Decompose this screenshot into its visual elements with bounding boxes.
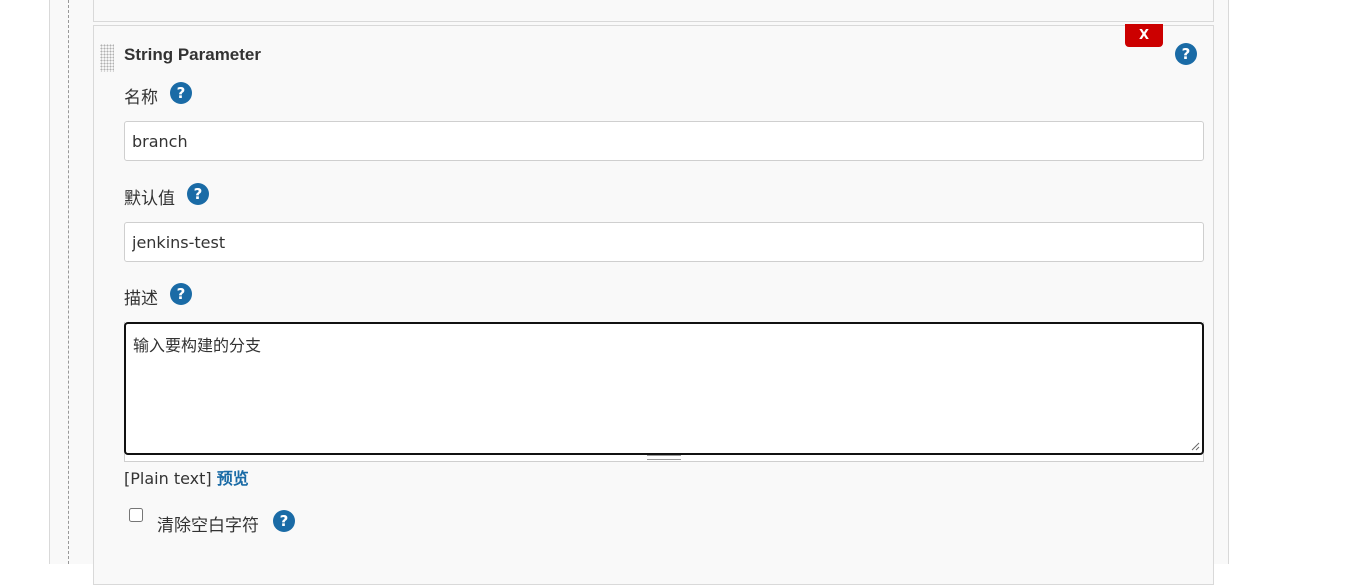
default-value-label: 默认值 — [124, 189, 175, 209]
default-value-help-icon[interactable]: ? — [187, 183, 209, 205]
previous-parameter-block — [93, 0, 1214, 22]
description-help-icon[interactable]: ? — [170, 283, 192, 305]
name-help-icon[interactable]: ? — [170, 82, 192, 104]
name-input[interactable] — [124, 121, 1204, 161]
trim-label: 清除空白字符 — [157, 516, 259, 536]
string-parameter-block — [93, 25, 1214, 585]
trim-checkbox[interactable] — [129, 508, 143, 522]
nesting-guide — [68, 0, 69, 564]
preview-link[interactable]: 预览 — [217, 469, 249, 488]
drag-handle-icon[interactable] — [100, 44, 114, 72]
block-title: String Parameter — [124, 45, 261, 64]
textarea-grip-handle[interactable] — [647, 455, 681, 460]
format-mode-text: [Plain text] — [124, 469, 212, 488]
block-help-icon[interactable]: ? — [1175, 43, 1197, 65]
trim-help-icon[interactable]: ? — [273, 510, 295, 532]
resize-corner-icon[interactable] — [1190, 441, 1200, 451]
description-textarea[interactable]: 输入要构建的分支 — [124, 322, 1204, 455]
default-value-input[interactable] — [124, 222, 1204, 262]
preview-line: [Plain text] 预览 — [124, 465, 249, 489]
name-label: 名称 — [124, 88, 158, 108]
delete-parameter-button[interactable]: X — [1125, 24, 1163, 47]
description-label: 描述 — [124, 289, 158, 309]
